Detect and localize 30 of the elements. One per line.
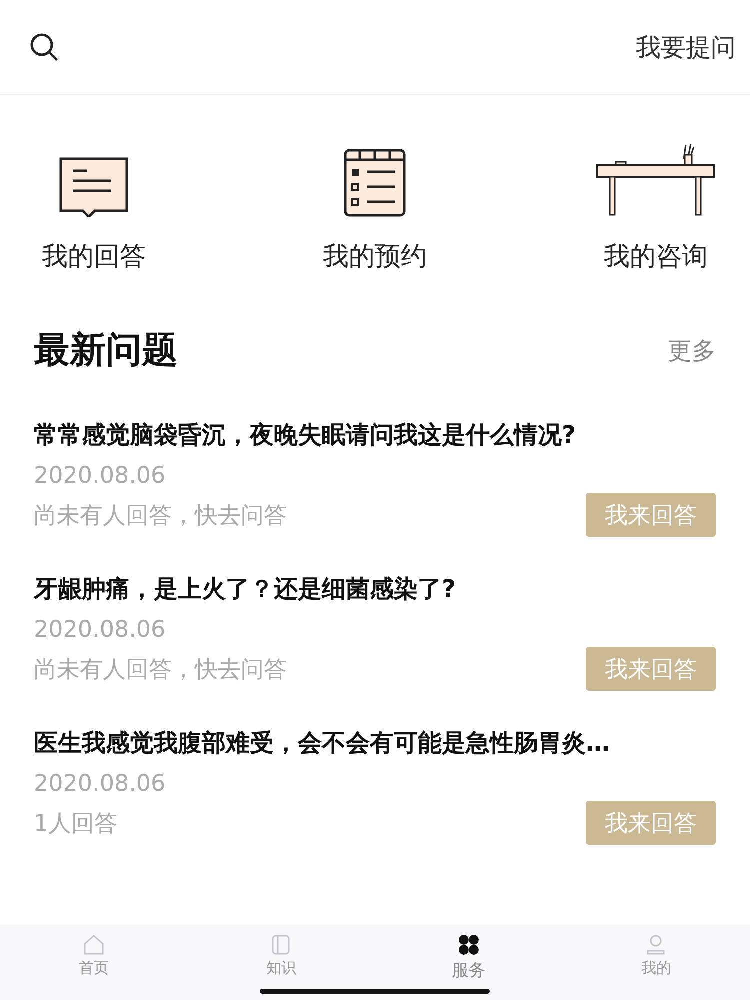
question-title[interactable]: 常常感觉脑袋昏沉，夜晚失眠请问我这是什么情况? [34,419,716,451]
answer-status: 尚未有人回答，快去问答 [34,502,287,530]
tab[interactable]: 服务 [418,935,519,1000]
message-icon [59,157,129,217]
answer-button[interactable]: 我来回答 [586,493,716,537]
desk-icon [596,143,716,217]
book-icon [272,935,290,955]
answer-button[interactable]: 我来回答 [586,647,716,691]
search-icon[interactable] [30,33,58,61]
list-icon [344,149,406,217]
user-icon [647,935,666,955]
shortcut-label[interactable]: 我的预约 [323,239,427,274]
question-title[interactable]: 医生我感觉我腹部难受，会不会有可能是急性肠胃炎… [34,727,716,759]
shortcut-label[interactable]: 我的咨询 [604,239,708,274]
section-title: 最新问题 [34,329,178,373]
home-icon [82,935,105,955]
question-title[interactable]: 牙龈肿痛，是上火了？还是细菌感染了? [34,573,716,605]
answer-status: 尚未有人回答，快去问答 [34,656,287,684]
tab[interactable]: 我的 [606,935,706,1000]
answer-status: 1人回答 [34,810,118,838]
question-date: 2020.08.06 [34,463,167,489]
more-link[interactable]: 更多 [668,334,716,366]
shortcut-label[interactable]: 我的回答 [42,239,146,274]
tab[interactable]: 知识 [231,935,332,1000]
ask-question-link[interactable]: 我要提问 [636,30,736,64]
question-date: 2020.08.06 [34,617,167,643]
question-date: 2020.08.06 [34,771,167,797]
answer-button[interactable]: 我来回答 [586,801,716,845]
clover-icon [458,935,479,955]
tab[interactable]: 首页 [44,935,144,1000]
